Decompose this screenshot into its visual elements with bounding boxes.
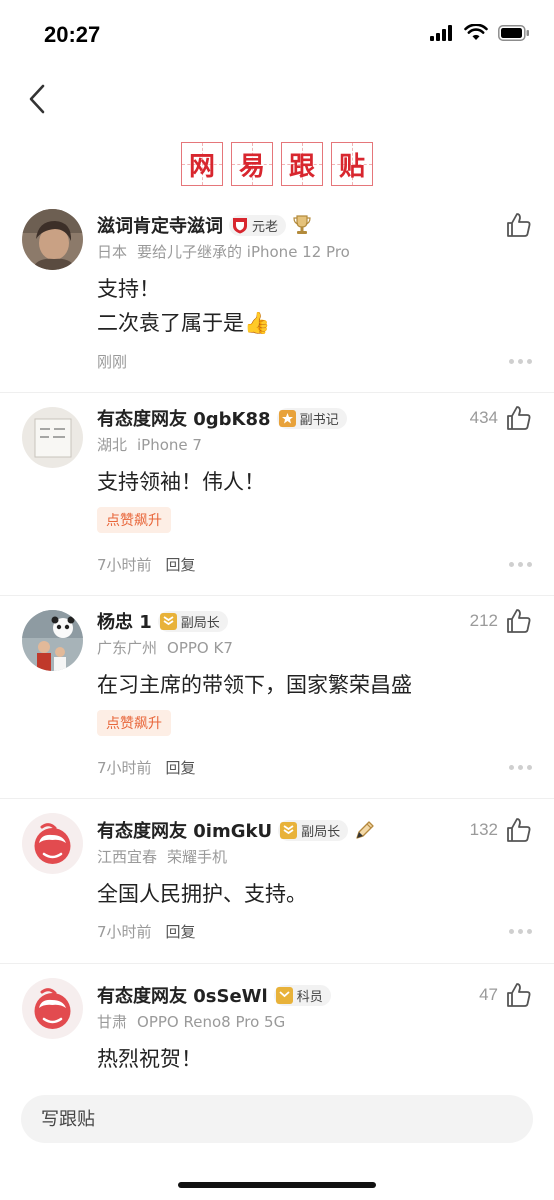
chevron-badge-icon	[280, 821, 298, 839]
comment-content: 全国人民拥护、支持。	[97, 882, 307, 906]
badge-label: 元老	[252, 219, 279, 235]
chevron-badge-icon	[275, 986, 293, 1004]
trophy-icon	[293, 215, 311, 234]
location: 日本	[97, 243, 128, 261]
hot-tag: 点赞飙升	[97, 710, 171, 736]
thumbs-up-icon	[507, 406, 531, 430]
comment-time: 7小时前	[97, 923, 152, 941]
brand-char: 网	[181, 142, 223, 186]
avatar[interactable]	[22, 978, 83, 1039]
status-time: 20:27	[44, 22, 101, 47]
rank-badge: 科员	[273, 984, 331, 1006]
rank-badge: 副局长	[278, 819, 349, 841]
pen-icon	[356, 821, 374, 839]
like-button[interactable]	[506, 212, 532, 238]
avatar[interactable]	[22, 209, 83, 270]
username[interactable]: 有态度网友 0imGkU	[97, 817, 272, 843]
thumbs-up-icon	[507, 213, 531, 237]
comment-content: 支持！ 二次袁了属于是👍	[97, 277, 271, 335]
brand-title: 网 易 跟 贴	[0, 142, 554, 186]
chevron-badge-icon	[159, 612, 177, 630]
status-bar: 20:27	[0, 0, 554, 70]
comment-time: 7小时前	[97, 556, 152, 574]
username[interactable]: 杨忠 1	[97, 608, 152, 634]
shield-icon	[231, 217, 248, 234]
more-button[interactable]	[509, 765, 532, 770]
rank-badge: 元老	[229, 214, 287, 236]
signal-icon	[430, 24, 452, 41]
like-button[interactable]: 47	[479, 982, 532, 1008]
device: OPPO K7	[167, 639, 233, 657]
meta-row: 广东广州 OPPO K7	[97, 637, 532, 658]
like-count: 212	[469, 611, 498, 630]
comment-list: 滋词肯定寺滋词 元老 日本 要给儿子继承的 iPhone 12 Pro 支持！ …	[0, 200, 554, 1084]
like-button[interactable]: 434	[470, 405, 532, 431]
like-count: 47	[479, 985, 498, 1004]
badge-label: 副局长	[180, 615, 220, 631]
reply-button[interactable]: 回复	[166, 921, 196, 942]
device: 要给儿子继承的 iPhone 12 Pro	[137, 243, 350, 261]
comment-content: 在习主席的带领下，国家繁荣昌盛	[97, 673, 412, 697]
location: 广东广州	[97, 639, 158, 657]
rank-badge: 副局长	[157, 610, 228, 632]
device: OPPO Reno8 Pro 5G	[137, 1013, 286, 1031]
like-count: 132	[469, 820, 498, 839]
location: 甘肃	[97, 1013, 128, 1031]
like-button[interactable]: 132	[470, 817, 532, 843]
comment-item: 有态度网友 0gbK88 副书记 湖北 iPhone 7 支持领袖！伟人！ 点赞飙…	[0, 393, 554, 596]
like-button[interactable]: 212	[470, 608, 532, 634]
avatar[interactable]	[22, 407, 83, 468]
device: 荣耀手机	[167, 848, 228, 866]
meta-row: 甘肃 OPPO Reno8 Pro 5G	[97, 1011, 532, 1032]
comment-time: 7小时前	[97, 759, 152, 777]
comment-content: 支持领袖！伟人！	[97, 470, 265, 494]
brand-char: 贴	[331, 142, 373, 186]
home-indicator	[178, 1182, 376, 1188]
badge-label: 副局长	[301, 824, 341, 840]
username[interactable]: 有态度网友 0sSeWl	[97, 982, 268, 1008]
rank-badge: 副书记	[276, 407, 347, 429]
meta-row: 江西宜春 荣耀手机	[97, 846, 532, 867]
meta-row: 日本 要给儿子继承的 iPhone 12 Pro	[97, 241, 532, 262]
back-button[interactable]	[22, 82, 52, 116]
comment-item: 滋词肯定寺滋词 元老 日本 要给儿子继承的 iPhone 12 Pro 支持！ …	[0, 200, 554, 393]
badge-label: 副书记	[299, 412, 339, 428]
comment-time: 刚刚	[97, 353, 128, 371]
thumbs-up-icon	[507, 983, 531, 1007]
more-button[interactable]	[509, 359, 532, 364]
nav-bar	[0, 70, 554, 130]
hot-tag: 点赞飙升	[97, 507, 171, 533]
meta-row: 湖北 iPhone 7	[97, 434, 532, 455]
thumbs-up-icon	[507, 609, 531, 633]
thumbs-up-icon	[507, 818, 531, 842]
avatar[interactable]	[22, 813, 83, 874]
chevron-left-icon	[29, 84, 45, 114]
comment-item: 有态度网友 0sSeWl 科员 甘肃 OPPO Reno8 Pro 5G 热烈祝贺…	[0, 964, 554, 1084]
username[interactable]: 滋词肯定寺滋词	[97, 212, 223, 238]
username[interactable]: 有态度网友 0gbK88	[97, 405, 271, 431]
more-button[interactable]	[509, 929, 532, 934]
brand-char: 易	[231, 142, 273, 186]
wifi-icon	[464, 24, 488, 40]
battery-icon	[498, 24, 529, 41]
reply-input[interactable]	[21, 1095, 533, 1143]
status-icons	[430, 24, 530, 41]
comment-item: 有态度网友 0imGkU 副局长 江西宜春 荣耀手机 全国人民拥护、支持。 13…	[0, 799, 554, 964]
star-icon	[278, 409, 296, 427]
reply-bar	[21, 1095, 533, 1143]
badge-label: 科员	[296, 989, 323, 1005]
brand-char: 跟	[281, 142, 323, 186]
location: 湖北	[97, 436, 128, 454]
location: 江西宜春	[97, 848, 158, 866]
more-button[interactable]	[509, 562, 532, 567]
avatar[interactable]	[22, 610, 83, 671]
reply-button[interactable]: 回复	[166, 554, 196, 575]
like-count: 434	[469, 408, 498, 427]
comment-item: 杨忠 1 副局长 广东广州 OPPO K7 在习主席的带领下，国家繁荣昌盛 点赞飙…	[0, 596, 554, 799]
reply-button[interactable]: 回复	[166, 757, 196, 778]
device: iPhone 7	[137, 436, 202, 454]
comment-content: 热烈祝贺！	[97, 1047, 202, 1071]
